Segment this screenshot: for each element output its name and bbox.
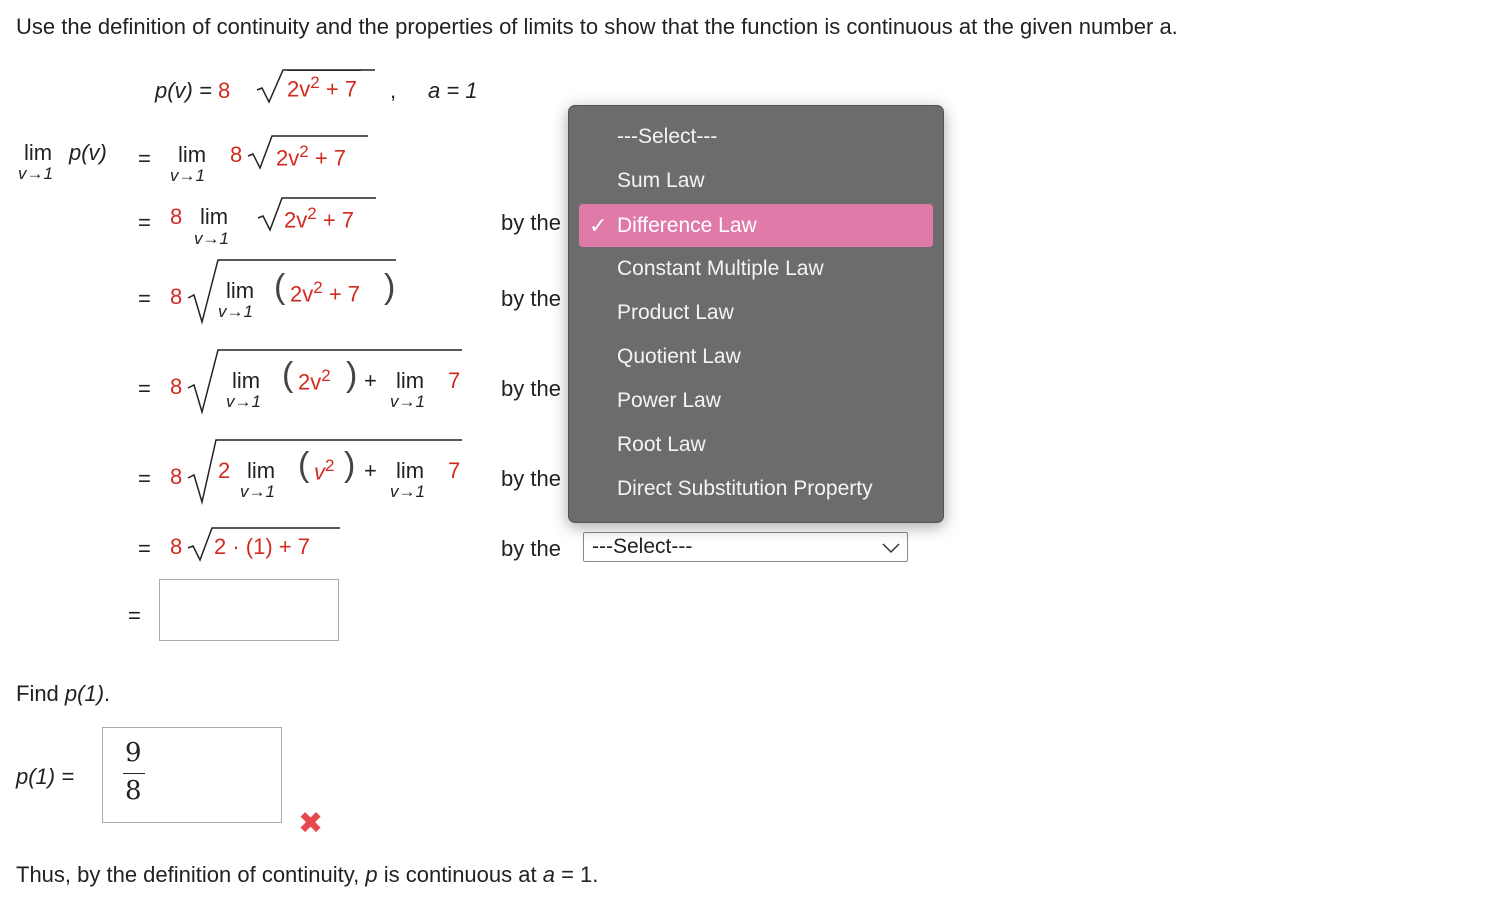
- row2-by-the: by the: [501, 210, 561, 235]
- dropdown-option-root-law[interactable]: Root Law: [579, 423, 933, 466]
- row5-plus: +: [364, 458, 377, 483]
- function-coef: 8: [217, 78, 231, 103]
- row1-coef: 8: [230, 142, 243, 167]
- fraction-denominator: 8: [125, 776, 142, 806]
- row6-eq: =: [138, 536, 151, 561]
- row5-seven: 7: [448, 458, 461, 483]
- row4-by-the: by the: [501, 376, 561, 401]
- row6-radical: [187, 527, 340, 562]
- row4-paren-close: ): [346, 356, 358, 394]
- dropdown-option-quotient-law[interactable]: Quotient Law: [579, 335, 933, 378]
- row5-lim-b: lim: [396, 458, 425, 483]
- row4-lim-b: lim: [396, 368, 425, 393]
- dropdown-option-constant-multiple-law[interactable]: Constant Multiple Law: [579, 247, 933, 290]
- radical-sign: [256, 69, 375, 104]
- row2-radical: [257, 197, 376, 232]
- row5-coef: 8: [170, 464, 183, 489]
- dropdown-option-sum-law[interactable]: Sum Law: [579, 159, 933, 202]
- instructions: Use the definition of continuity and the…: [16, 14, 1178, 40]
- p1-answer-input[interactable]: 9 8: [102, 727, 282, 823]
- fraction-bar: [123, 773, 145, 774]
- problem-comma: ,: [390, 78, 397, 103]
- row3-inner: 2v2 + 7: [290, 278, 361, 307]
- row6-coef: 8: [170, 534, 183, 559]
- row5-paren-close: ): [344, 446, 356, 484]
- row3-eq: =: [138, 286, 151, 311]
- row4-plus: +: [364, 368, 377, 393]
- limit-answer-input[interactable]: [159, 579, 339, 641]
- row3-coef: 8: [170, 284, 183, 309]
- row5-lim-a: lim: [247, 458, 276, 483]
- row1-lim: lim: [178, 142, 207, 167]
- law-select-6-value: ---Select---: [592, 535, 693, 558]
- row4-eq: =: [138, 376, 151, 401]
- row6-radicand: 2 · (1) + 7: [214, 534, 310, 559]
- row7-eq: =: [128, 603, 141, 628]
- row2-coef: 8: [170, 204, 183, 229]
- row5-by-the: by the: [501, 466, 561, 491]
- row3-lim: lim: [226, 278, 255, 303]
- problem-radicand: 2v2 + 7: [287, 70, 362, 102]
- row4-seven: 7: [448, 368, 461, 393]
- row3-v-to-1: v→1: [218, 302, 253, 321]
- row2-v-to-1: v→1: [194, 229, 229, 248]
- row5-paren-open: (: [298, 446, 310, 484]
- row5-two: 2: [218, 458, 231, 483]
- function-label: p(v) =: [155, 78, 218, 103]
- find-title: Find p(1).: [16, 681, 111, 706]
- row4-coef: 8: [170, 374, 183, 399]
- row3-by-the: by the: [501, 286, 561, 311]
- lhs-v-to-1: v→1: [18, 164, 53, 183]
- row2-lim: lim: [200, 204, 229, 229]
- row2-radicand: 2v2 + 7: [284, 204, 355, 233]
- fraction-numerator: 9: [125, 738, 142, 768]
- instructions-text: Use the definition of continuity and the…: [16, 14, 1178, 39]
- row5-inner: v2: [314, 456, 335, 485]
- p1-label: p(1) =: [16, 764, 75, 789]
- lhs-pv: p(v): [69, 140, 107, 165]
- checkmark-icon: ✓: [589, 213, 608, 238]
- row1-v-to-1: v→1: [170, 166, 205, 185]
- row4-lim-a: lim: [232, 368, 261, 393]
- dropdown-option-direct-substitution[interactable]: Direct Substitution Property: [579, 467, 933, 510]
- row4-inner: 2v2: [298, 366, 331, 395]
- row4-v-to-1-b: v→1: [390, 392, 425, 411]
- row5-v-to-1-a: v→1: [240, 482, 275, 501]
- problem-statement: p(v) = 8: [155, 78, 230, 104]
- dropdown-option-product-law[interactable]: Product Law: [579, 291, 933, 334]
- given-number: a = 1: [428, 78, 478, 103]
- row5-v-to-1-b: v→1: [390, 482, 425, 501]
- row3-paren-open: (: [274, 268, 286, 306]
- row4-paren-open: (: [282, 356, 294, 394]
- row1-eq: =: [138, 146, 151, 171]
- row2-eq: =: [138, 210, 151, 235]
- law-select-6[interactable]: ---Select---: [583, 532, 908, 562]
- row4-v-to-1-a: v→1: [226, 392, 261, 411]
- dropdown-option-difference-law[interactable]: ✓ Difference Law: [579, 204, 933, 247]
- row3-paren-close: ): [384, 268, 396, 306]
- row1-radical: [247, 135, 368, 170]
- dropdown-option-power-law[interactable]: Power Law: [579, 379, 933, 422]
- row5-eq: =: [138, 466, 151, 491]
- conclusion: Thus, by the definition of continuity, p…: [16, 862, 599, 887]
- chevron-down-icon: [882, 543, 900, 554]
- row6-by-the: by the: [501, 536, 561, 561]
- dropdown-option-select[interactable]: ---Select---: [579, 115, 933, 158]
- lhs-lim: lim: [24, 140, 53, 165]
- law-dropdown-menu[interactable]: ---Select--- Sum Law ✓ Difference Law Co…: [568, 105, 944, 523]
- incorrect-icon: ✖: [298, 807, 324, 840]
- row1-radicand: 2v2 + 7: [276, 142, 347, 171]
